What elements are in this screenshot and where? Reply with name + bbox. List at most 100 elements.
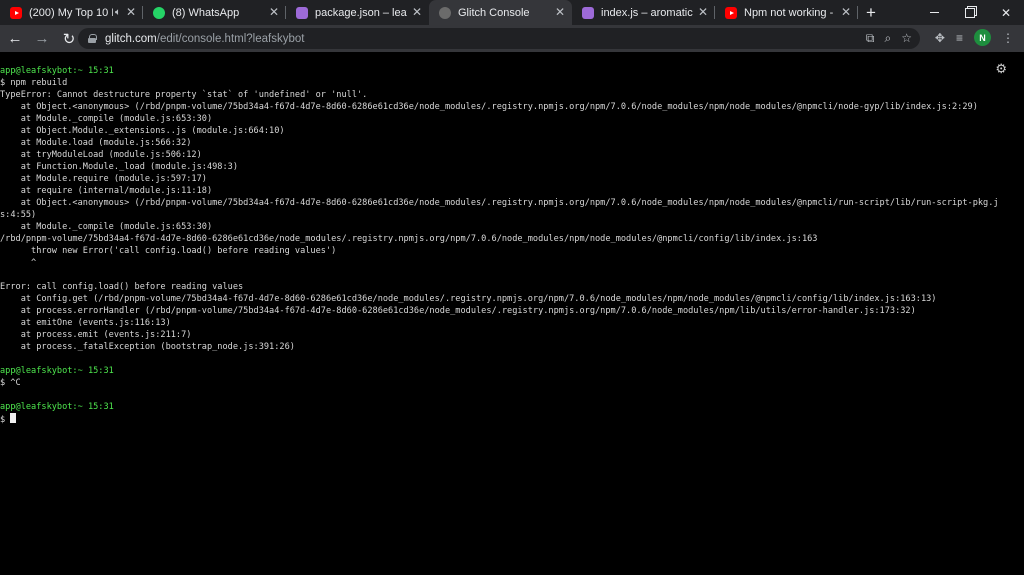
extensions-icon[interactable]: ✥ bbox=[935, 31, 945, 45]
terminal-line: $ npm rebuild bbox=[0, 77, 1024, 89]
terminal-line-text: app@leafskybot:~ 15:31 bbox=[0, 402, 114, 412]
youtube-icon bbox=[10, 6, 22, 19]
zoom-search-icon[interactable]: ⌕ bbox=[885, 31, 892, 46]
tab-close-icon[interactable]: ✕ bbox=[841, 6, 851, 18]
terminal-line: at Object.<anonymous> (/rbd/pnpm-volume/… bbox=[0, 101, 1024, 113]
terminal-line: Error: call config.load() before reading… bbox=[0, 281, 1024, 293]
tab-close-icon[interactable]: ✕ bbox=[555, 6, 565, 18]
terminal-line-text: app@leafskybot:~ 15:31 bbox=[0, 366, 114, 376]
back-button[interactable]: ← bbox=[3, 27, 27, 51]
youtube-icon bbox=[725, 6, 737, 19]
address-bar[interactable]: glitch.com/edit/console.html?leafskybot … bbox=[78, 28, 920, 49]
tab-separator bbox=[857, 6, 858, 19]
url-text: glitch.com/edit/console.html?leafskybot bbox=[105, 33, 304, 45]
terminal-prompt-line: app@leafskybot:~ 15:31 bbox=[0, 365, 1024, 377]
tab[interactable]: Npm not working - Glit ✕ bbox=[715, 0, 858, 25]
terminal-line-text: $ bbox=[0, 415, 11, 425]
terminal-line-text: at Function.Module._load (module.js:498:… bbox=[0, 162, 238, 172]
terminal-line: at Module.load (module.js:566:32) bbox=[0, 137, 1024, 149]
terminal-prompt-line: app@leafskybot:~ 15:31 bbox=[0, 65, 1024, 77]
terminal-line: TypeError: Cannot destructure property `… bbox=[0, 89, 1024, 101]
terminal-line-text: app@leafskybot:~ 15:31 bbox=[0, 66, 114, 76]
terminal-line-text: at Module.require (module.js:597:17) bbox=[0, 174, 207, 184]
terminal-line-text: $ npm rebuild bbox=[0, 78, 68, 88]
media-queue-icon[interactable]: ≡ bbox=[956, 31, 963, 45]
terminal-line-text: at Module._compile (module.js:653:30) bbox=[0, 222, 213, 232]
tab[interactable]: Glitch Console ✕ bbox=[429, 0, 572, 25]
tab-title: index.js – aromatic-cam bbox=[601, 6, 693, 19]
terminal-line-text: at emitOne (events.js:116:13) bbox=[0, 318, 171, 328]
globe-icon bbox=[439, 6, 451, 19]
terminal-line: at Module._compile (module.js:653:30) bbox=[0, 221, 1024, 233]
terminal-line-text: TypeError: Cannot destructure property `… bbox=[0, 90, 368, 100]
new-tab-button[interactable]: + bbox=[858, 0, 884, 25]
terminal-line: at emitOne (events.js:116:13) bbox=[0, 317, 1024, 329]
terminal-line: $ ^C bbox=[0, 377, 1024, 389]
tab-title: Glitch Console bbox=[458, 6, 530, 19]
url-path: /edit/console.html?leafskybot bbox=[156, 32, 305, 45]
glitch-icon bbox=[296, 6, 308, 19]
tab[interactable]: (200) My Top 10 M 🔈︎ ✕ bbox=[0, 0, 143, 25]
terminal-line-text: at Object.Module._extensions..js (module… bbox=[0, 126, 285, 136]
terminal-line-text: at process._fatalException (bootstrap_no… bbox=[0, 342, 295, 352]
terminal-line: $ bbox=[0, 413, 1024, 425]
console-terminal[interactable]: ⚙ app@leafskybot:~ 15:31 $ npm rebuild Typ… bbox=[0, 52, 1024, 575]
terminal-line: at process.emit (events.js:211:7) bbox=[0, 329, 1024, 341]
lock-icon bbox=[88, 34, 97, 43]
tab-strip: (200) My Top 10 M 🔈︎ ✕ (8) WhatsApp ✕ package… bbox=[0, 0, 1024, 25]
terminal-line-text: Error: call config.load() before reading… bbox=[0, 282, 244, 292]
tab-close-icon[interactable]: ✕ bbox=[126, 6, 136, 18]
profile-avatar[interactable]: N bbox=[974, 29, 991, 46]
tab-close-icon[interactable]: ✕ bbox=[412, 6, 422, 18]
terminal-line-text: at Config.get (/rbd/pnpm-volume/75bd34a4… bbox=[0, 294, 937, 304]
terminal-line-text: at Object.<anonymous> (/rbd/pnpm-volume/… bbox=[0, 102, 978, 112]
maximize-button[interactable] bbox=[952, 0, 988, 25]
tab-title: (200) My Top 10 M bbox=[29, 6, 113, 19]
terminal-line: at Function.Module._load (module.js:498:… bbox=[0, 161, 1024, 173]
window-controls: ✕ bbox=[916, 0, 1024, 25]
translate-icon[interactable]: ⧉ bbox=[866, 31, 875, 46]
terminal-line: ^ bbox=[0, 257, 1024, 269]
tab-title: (8) WhatsApp bbox=[172, 6, 240, 19]
close-window-button[interactable]: ✕ bbox=[988, 0, 1024, 25]
terminal-line-text: at Object.<anonymous> (/rbd/pnpm-volume/… bbox=[0, 198, 999, 208]
terminal-line-text: at process.errorHandler (/rbd/pnpm-volum… bbox=[0, 306, 916, 316]
terminal-line: s:4:55) bbox=[0, 209, 1024, 221]
terminal-line-text: at Module.load (module.js:566:32) bbox=[0, 138, 192, 148]
terminal-line-text: s:4:55) bbox=[0, 210, 37, 220]
whatsapp-icon bbox=[153, 6, 165, 19]
terminal-line-text: at Module._compile (module.js:653:30) bbox=[0, 114, 213, 124]
tab[interactable]: package.json – leafskyb ✕ bbox=[286, 0, 429, 25]
terminal-line-text: at process.emit (events.js:211:7) bbox=[0, 330, 192, 340]
terminal-line: at Config.get (/rbd/pnpm-volume/75bd34a4… bbox=[0, 293, 1024, 305]
speaker-muted-icon[interactable]: 🔈︎ bbox=[115, 7, 121, 18]
terminal-line: at tryModuleLoad (module.js:506:12) bbox=[0, 149, 1024, 161]
terminal-line: throw new Error('call config.load() befo… bbox=[0, 245, 1024, 257]
browser-toolbar: ← → ↻ glitch.com/edit/console.html?leafs… bbox=[0, 25, 1024, 52]
terminal-line-text: at require (internal/module.js:11:18) bbox=[0, 186, 213, 196]
url-host: glitch.com bbox=[105, 32, 157, 45]
terminal-line-text: throw new Error('call config.load() befo… bbox=[0, 246, 337, 256]
terminal-cursor bbox=[10, 413, 17, 423]
terminal-line: /rbd/pnpm-volume/75bd34a4-f67d-4d7e-8d60… bbox=[0, 233, 1024, 245]
bookmark-star-icon[interactable]: ☆ bbox=[901, 31, 912, 46]
menu-kebab-icon[interactable]: ⋮ bbox=[1002, 31, 1014, 45]
terminal-line: at require (internal/module.js:11:18) bbox=[0, 185, 1024, 197]
tab[interactable]: (8) WhatsApp ✕ bbox=[143, 0, 286, 25]
terminal-output: app@leafskybot:~ 15:31 $ npm rebuild TypeE… bbox=[0, 65, 1024, 425]
tab-close-icon[interactable]: ✕ bbox=[269, 6, 279, 18]
terminal-line: at process.errorHandler (/rbd/pnpm-volum… bbox=[0, 305, 1024, 317]
terminal-line-text: $ ^C bbox=[0, 378, 21, 388]
tab-close-icon[interactable]: ✕ bbox=[698, 6, 708, 18]
minimize-button[interactable] bbox=[916, 0, 952, 25]
terminal-line: at Module.require (module.js:597:17) bbox=[0, 173, 1024, 185]
forward-button[interactable]: → bbox=[30, 27, 54, 51]
terminal-prompt-line: app@leafskybot:~ 15:31 bbox=[0, 401, 1024, 413]
terminal-line-text: at tryModuleLoad (module.js:506:12) bbox=[0, 150, 202, 160]
tab[interactable]: index.js – aromatic-cam ✕ bbox=[572, 0, 715, 25]
terminal-line: at Module._compile (module.js:653:30) bbox=[0, 113, 1024, 125]
terminal-line: at Object.Module._extensions..js (module… bbox=[0, 125, 1024, 137]
